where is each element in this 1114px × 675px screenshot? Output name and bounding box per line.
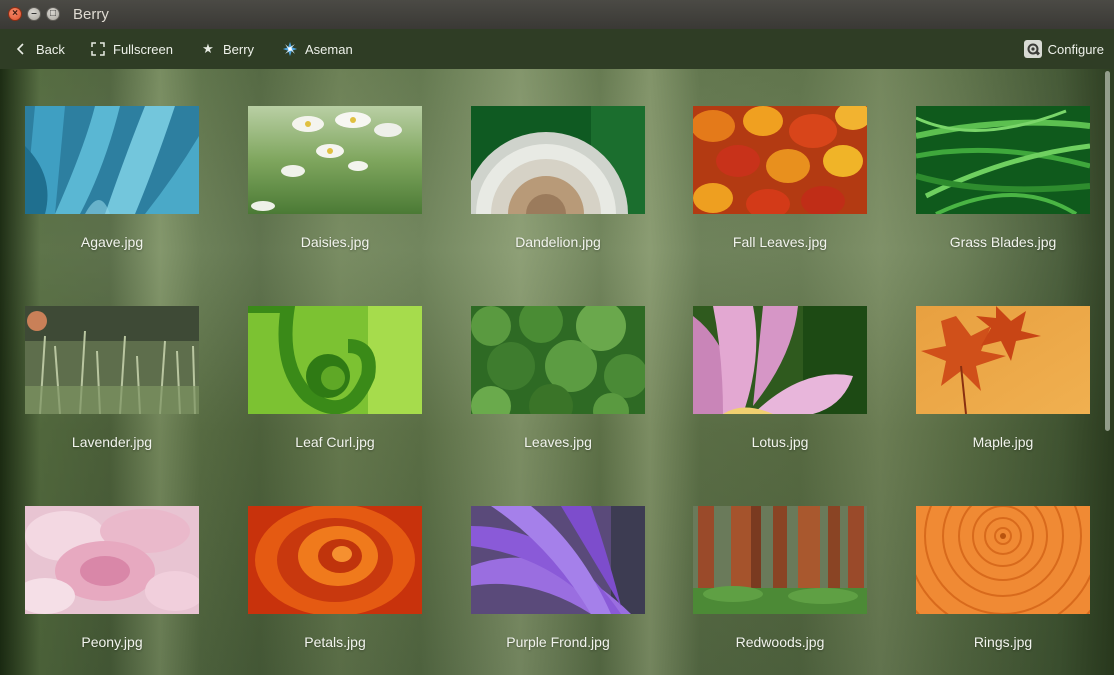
thumbnail-petals [248,506,422,614]
star-icon: ★ [202,41,214,56]
gallery-area: Agave.jpg Daisies.jpg Dandelion.jpg Fall… [0,69,1114,675]
image-tile-fall-leaves[interactable]: Fall Leaves.jpg [693,106,867,250]
image-tile-lotus[interactable]: Lotus.jpg [693,306,867,450]
image-filename: Leaves.jpg [524,434,592,450]
thumbnail-agave [25,106,199,214]
vertical-scrollbar[interactable] [1105,71,1110,431]
image-tile-leaf-curl[interactable]: Leaf Curl.jpg [248,306,422,450]
back-label: Back [36,41,65,57]
thumbnail-maple [916,306,1090,414]
fullscreen-label: Fullscreen [113,41,173,57]
toolbar: Back Fullscreen ★ Berry Aseman Configure [0,29,1114,69]
thumbnail-peony [25,506,199,614]
close-window-button[interactable]: × [8,7,22,21]
thumbnail-lotus [693,306,867,414]
image-filename: Leaf Curl.jpg [295,434,375,450]
title-bar: × – □ Berry [0,0,1114,29]
image-tile-lavender[interactable]: Lavender.jpg [25,306,199,450]
image-tile-agave[interactable]: Agave.jpg [25,106,199,250]
image-tile-petals[interactable]: Petals.jpg [248,506,422,650]
fullscreen-icon [90,41,106,57]
image-tile-leaves[interactable]: Leaves.jpg [471,306,645,450]
thumbnail-leaf-curl [248,306,422,414]
image-tile-grass-blades[interactable]: Grass Blades.jpg [916,106,1090,250]
image-filename: Daisies.jpg [300,234,370,250]
aseman-button[interactable]: Aseman [282,29,353,69]
aseman-label: Aseman [305,41,353,57]
image-filename: Fall Leaves.jpg [732,234,828,250]
image-filename: Lotus.jpg [751,434,809,450]
chevron-left-icon [13,41,29,57]
berry-button[interactable]: ★ Berry [200,29,254,69]
image-filename: Grass Blades.jpg [949,234,1057,250]
configure-icon [1023,40,1042,58]
maximize-window-button[interactable]: □ [46,7,60,21]
aseman-logo-icon [282,41,298,57]
thumbnail-purple-frond [471,506,645,614]
thumbnail-fall-leaves [693,106,867,214]
thumbnail-leaves [471,306,645,414]
image-filename: Petals.jpg [304,634,366,650]
image-tile-daisies[interactable]: Daisies.jpg [248,106,422,250]
image-tile-peony[interactable]: Peony.jpg [25,506,199,650]
fullscreen-button[interactable]: Fullscreen [90,29,173,69]
configure-button[interactable]: Configure [1023,29,1104,69]
image-filename: Dandelion.jpg [515,234,601,250]
image-tile-dandelion[interactable]: Dandelion.jpg [471,106,645,250]
image-filename: Agave.jpg [80,234,144,250]
image-filename: Lavender.jpg [71,434,153,450]
image-filename: Peony.jpg [81,634,143,650]
back-button[interactable]: Back [13,29,65,69]
thumbnail-lavender [25,306,199,414]
configure-label: Configure [1047,41,1104,57]
image-tile-purple-frond[interactable]: Purple Frond.jpg [471,506,645,650]
image-filename: Maple.jpg [972,434,1034,450]
thumbnail-grass-blades [916,106,1090,214]
thumbnail-dandelion [471,106,645,214]
window-title: Berry [73,6,109,23]
image-filename: Redwoods.jpg [735,634,825,650]
image-filename: Rings.jpg [973,634,1033,650]
thumbnail-redwoods [693,506,867,614]
thumbnail-daisies [248,106,422,214]
thumbnail-rings [916,506,1090,614]
image-tile-redwoods[interactable]: Redwoods.jpg [693,506,867,650]
image-tile-maple[interactable]: Maple.jpg [916,306,1090,450]
image-filename: Purple Frond.jpg [506,634,610,650]
berry-label: Berry [223,41,255,57]
minimize-window-button[interactable]: – [27,7,41,21]
image-tile-rings[interactable]: Rings.jpg [916,506,1090,650]
